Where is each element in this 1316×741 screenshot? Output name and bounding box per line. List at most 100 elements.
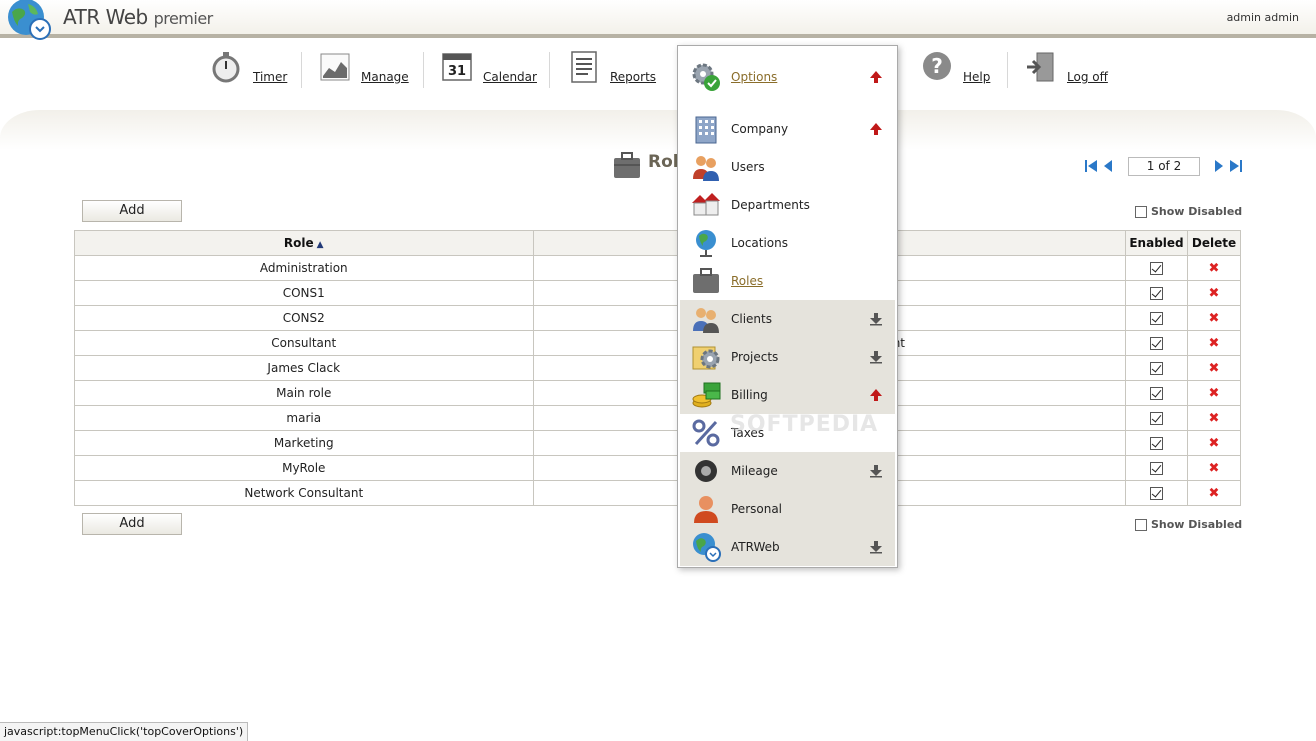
delete-icon[interactable]: ✖ (1209, 386, 1220, 401)
table-row[interactable]: CONS1 ✖ (74, 280, 1241, 306)
enabled-checkbox[interactable] (1150, 337, 1163, 350)
enabled-checkbox[interactable] (1150, 412, 1163, 425)
table-row[interactable]: MyRole ✖ (74, 455, 1241, 481)
content-panel-top (0, 110, 1316, 150)
arrow-down-icon[interactable] (869, 464, 883, 478)
nav-timer[interactable]: Timer (211, 50, 287, 110)
arrow-up-icon[interactable] (869, 388, 883, 402)
menu-item-taxes[interactable]: Taxes (680, 414, 895, 452)
arrow-down-icon[interactable] (869, 350, 883, 364)
delete-icon[interactable]: ✖ (1209, 261, 1220, 276)
delete-icon[interactable]: ✖ (1209, 411, 1220, 426)
menu-item-clients[interactable]: Clients (680, 300, 895, 338)
nav-logoff[interactable]: Log off (1025, 50, 1108, 110)
nav-manage[interactable]: Manage (319, 50, 409, 110)
nav-label-logoff: Log off (1067, 70, 1108, 84)
show-disabled-checkbox[interactable] (1135, 205, 1147, 218)
nav-reports[interactable]: Reports (568, 50, 656, 110)
report-icon (571, 51, 597, 83)
table-row[interactable]: Main role ✖ (74, 380, 1241, 406)
menu-item-users[interactable]: Users (680, 148, 895, 186)
clients-icon (693, 308, 719, 333)
roles-table-body: Administration ✖ CONS1 ✖ CONS2 ✖ Consultant nt ✖… (74, 255, 1241, 506)
enabled-checkbox[interactable] (1150, 262, 1163, 275)
menu-item-company[interactable]: Company (680, 110, 895, 148)
menu-item-options[interactable]: Options (680, 58, 895, 96)
delete-icon[interactable]: ✖ (1209, 486, 1220, 501)
show-disabled-top[interactable]: Show Disabled (1135, 205, 1242, 218)
menu-label-taxes: Taxes (731, 426, 765, 440)
table-row[interactable]: Consultant nt ✖ (74, 330, 1241, 356)
add-role-button-top[interactable]: Add (82, 200, 182, 222)
page-number-input[interactable]: 1 of 2 (1128, 156, 1200, 176)
table-row[interactable]: Network Consultant ✖ (74, 480, 1241, 506)
briefcase-icon (693, 268, 719, 293)
nav-calendar[interactable]: 31 Calendar (441, 50, 537, 110)
table-row[interactable]: Administration ✖ (74, 255, 1241, 281)
nav-label-help: Help (963, 70, 991, 84)
delete-icon[interactable]: ✖ (1209, 436, 1220, 451)
menu-label-projects: Projects (731, 350, 779, 364)
menu-label-billing: Billing (731, 388, 768, 402)
delete-icon[interactable]: ✖ (1209, 311, 1220, 326)
nav-divider (549, 52, 550, 88)
role-name-cell[interactable]: James Clack (74, 355, 534, 381)
enabled-checkbox[interactable] (1150, 437, 1163, 450)
role-name-cell[interactable]: Consultant (74, 330, 534, 356)
role-name-cell[interactable]: CONS2 (74, 305, 534, 331)
enabled-checkbox[interactable] (1150, 362, 1163, 375)
nav-help[interactable]: ? Help (921, 50, 990, 110)
percent-icon (692, 419, 720, 447)
column-header-role[interactable]: Role ▲ (74, 230, 534, 256)
delete-icon[interactable]: ✖ (1209, 461, 1220, 476)
role-name-cell[interactable]: maria (74, 405, 534, 431)
delete-icon[interactable]: ✖ (1209, 361, 1220, 376)
enabled-cell (1125, 255, 1188, 281)
menu-item-atrweb[interactable]: ATRWeb (680, 528, 895, 566)
enabled-checkbox[interactable] (1150, 312, 1163, 325)
role-name-cell[interactable]: MyRole (74, 455, 534, 481)
enabled-checkbox[interactable] (1150, 287, 1163, 300)
menu-item-billing[interactable]: Billing (680, 376, 895, 414)
menu-item-roles[interactable]: Roles (680, 262, 895, 300)
role-name-cell[interactable]: Marketing (74, 430, 534, 456)
app-name: ATR Web (63, 5, 148, 29)
role-name-cell[interactable]: CONS1 (74, 280, 534, 306)
add-role-button-bottom[interactable]: Add (82, 513, 182, 535)
menu-item-departments[interactable]: Departments (680, 186, 895, 224)
delete-cell: ✖ (1187, 280, 1241, 306)
menu-item-locations[interactable]: Locations (680, 224, 895, 262)
table-row[interactable]: maria ✖ (74, 405, 1241, 431)
enabled-checkbox[interactable] (1150, 387, 1163, 400)
delete-cell: ✖ (1187, 480, 1241, 506)
enabled-checkbox[interactable] (1150, 487, 1163, 500)
enabled-cell (1125, 405, 1188, 431)
delete-icon[interactable]: ✖ (1209, 336, 1220, 351)
next-page-icon[interactable] (1212, 159, 1226, 173)
table-row[interactable]: Marketing ✖ (74, 430, 1241, 456)
arrow-down-icon[interactable] (869, 540, 883, 554)
delete-icon[interactable]: ✖ (1209, 286, 1220, 301)
role-name-cell[interactable]: Network Consultant (74, 480, 534, 506)
arrow-up-icon[interactable] (869, 70, 883, 84)
enabled-cell (1125, 305, 1188, 331)
show-disabled-checkbox[interactable] (1135, 518, 1147, 531)
role-name-cell[interactable]: Administration (74, 255, 534, 281)
last-page-icon[interactable] (1229, 159, 1243, 173)
menu-item-personal[interactable]: Personal (680, 490, 895, 528)
prev-page-icon[interactable] (1101, 159, 1115, 173)
first-page-icon[interactable] (1084, 159, 1098, 173)
enabled-checkbox[interactable] (1150, 462, 1163, 475)
enabled-cell (1125, 430, 1188, 456)
menu-item-projects[interactable]: Projects (680, 338, 895, 376)
arrow-up-icon[interactable] (869, 122, 883, 136)
role-name-cell[interactable]: Main role (74, 380, 534, 406)
arrow-down-icon[interactable] (869, 312, 883, 326)
current-user[interactable]: admin admin (1227, 11, 1299, 24)
show-disabled-bottom[interactable]: Show Disabled (1135, 518, 1242, 531)
table-row[interactable]: CONS2 ✖ (74, 305, 1241, 331)
atrweb-logo-icon (8, 0, 51, 40)
column-header-enabled[interactable]: Enabled (1125, 230, 1188, 256)
table-row[interactable]: James Clack ✖ (74, 355, 1241, 381)
menu-item-mileage[interactable]: Mileage (680, 452, 895, 490)
